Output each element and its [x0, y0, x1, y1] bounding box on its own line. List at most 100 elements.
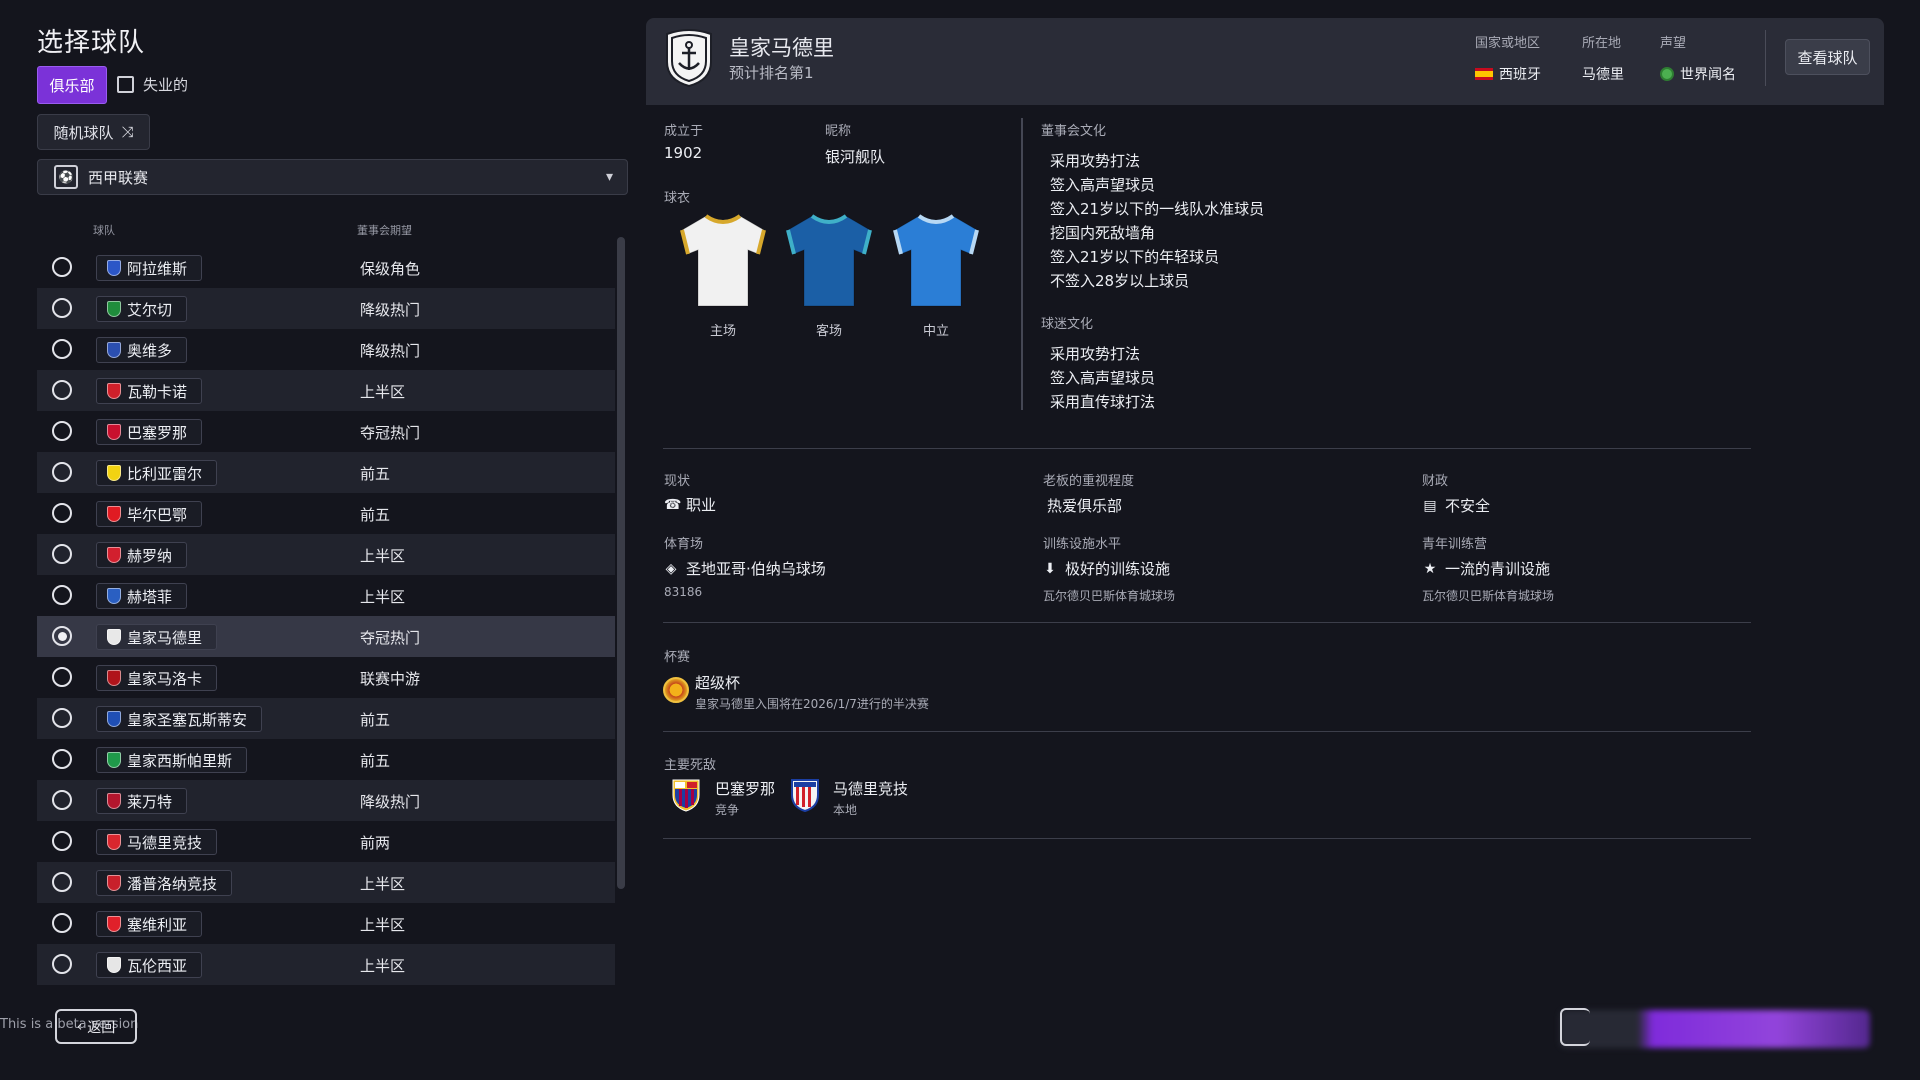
team-crest-icon: [107, 342, 121, 358]
team-radio[interactable]: [52, 913, 72, 933]
divider: [663, 731, 1751, 732]
team-name: 瓦勒卡诺: [127, 382, 188, 401]
team-crest-icon: [107, 957, 121, 973]
team-row[interactable]: 赫塔菲 上半区: [37, 575, 615, 616]
team-chip[interactable]: 皇家西斯帕里斯: [96, 747, 248, 773]
team-chip[interactable]: 奥维多: [96, 337, 188, 363]
club-name: 皇家马德里: [729, 36, 834, 60]
team-chip[interactable]: 莱万特: [96, 788, 188, 814]
team-radio[interactable]: [52, 380, 72, 400]
team-radio[interactable]: [52, 831, 72, 851]
board-expectation: 上半区: [360, 916, 406, 934]
team-row[interactable]: 奥维多 降级热门: [37, 329, 615, 370]
cup-description: 皇家马德里入围将在2026/1/7进行的半决赛: [695, 697, 929, 711]
team-row[interactable]: 皇家马洛卡 联赛中游: [37, 657, 615, 698]
team-name: 马德里竞技: [127, 833, 203, 852]
team-radio[interactable]: [52, 462, 72, 482]
chevron-left-icon: ‹: [76, 1018, 83, 1035]
unemployed-toggle[interactable]: 失业的: [117, 74, 188, 95]
team-chip[interactable]: 瓦伦西亚: [96, 952, 203, 978]
team-crest-icon: [107, 793, 121, 809]
team-chip[interactable]: 皇家马洛卡: [96, 665, 218, 691]
team-chip[interactable]: 瓦勒卡诺: [96, 378, 203, 404]
team-chip[interactable]: 赫罗纳: [96, 542, 188, 568]
rival-2-name: 马德里竞技: [833, 780, 909, 798]
youth-ground: 瓦尔德贝巴斯体育城球场: [1422, 589, 1555, 603]
team-radio[interactable]: [52, 626, 72, 646]
team-row[interactable]: 巴塞罗那 夺冠热门: [37, 411, 615, 452]
team-radio[interactable]: [52, 667, 72, 687]
team-name: 皇家圣塞瓦斯蒂安: [127, 710, 248, 729]
team-chip[interactable]: 潘普洛纳竞技: [96, 870, 233, 896]
team-row[interactable]: 瓦伦西亚 上半区: [37, 944, 615, 985]
team-chip[interactable]: 塞维利亚: [96, 911, 203, 937]
team-radio[interactable]: [52, 749, 72, 769]
team-radio[interactable]: [52, 421, 72, 441]
divider: [663, 622, 1751, 623]
team-chip[interactable]: 比利亚雷尔: [96, 460, 218, 486]
team-row[interactable]: 潘普洛纳竞技 上半区: [37, 862, 615, 903]
team-list-scrollbar[interactable]: [617, 237, 625, 889]
cup-name: 超级杯: [695, 674, 741, 692]
continue-button-edge: [1560, 1008, 1590, 1046]
team-row[interactable]: 皇家圣塞瓦斯蒂安 前五: [37, 698, 615, 739]
kit-shirt-icon: [893, 214, 979, 307]
team-name: 瓦伦西亚: [127, 956, 188, 975]
board-expectation: 前五: [360, 506, 391, 524]
team-row[interactable]: 毕尔巴鄂 前五: [37, 493, 615, 534]
league-select[interactable]: ⚽ 西甲联赛 ▾: [37, 159, 628, 195]
board-expectation: 夺冠热门: [360, 424, 421, 442]
view-team-button[interactable]: 查看球队: [1785, 39, 1870, 75]
stadium-capacity: 83186: [664, 585, 703, 599]
location-label: 所在地: [1582, 36, 1622, 51]
team-name: 巴塞罗那: [127, 423, 188, 442]
team-chip[interactable]: 皇家马德里: [96, 624, 218, 650]
team-crest-icon: [107, 875, 121, 891]
team-radio[interactable]: [52, 954, 72, 974]
team-radio[interactable]: [52, 708, 72, 728]
team-radio[interactable]: [52, 257, 72, 277]
team-chip[interactable]: 毕尔巴鄂: [96, 501, 203, 527]
super-cup-icon: [663, 677, 689, 703]
team-row[interactable]: 马德里竞技 前两: [37, 821, 615, 862]
club-tab[interactable]: 俱乐部: [37, 66, 107, 104]
stadium-label: 体育场: [664, 537, 704, 552]
unemployed-checkbox[interactable]: [117, 76, 134, 93]
team-chip[interactable]: 马德里竞技: [96, 829, 218, 855]
kits-label: 球衣: [664, 191, 691, 206]
team-chip[interactable]: 阿拉维斯: [96, 255, 203, 281]
shuffle-icon: ⤨: [121, 123, 134, 141]
status-label: 现状: [664, 474, 691, 489]
team-row[interactable]: 塞维利亚 上半区: [37, 903, 615, 944]
team-row[interactable]: 艾尔切 降级热门: [37, 288, 615, 329]
team-radio[interactable]: [52, 339, 72, 359]
document-icon: ▤: [1423, 497, 1437, 514]
team-row[interactable]: 皇家马德里 夺冠热门: [37, 616, 615, 657]
continue-button[interactable]: [1560, 1010, 1870, 1048]
team-row[interactable]: 比利亚雷尔 前五: [37, 452, 615, 493]
team-chip[interactable]: 巴塞罗那: [96, 419, 203, 445]
league-icon: ⚽: [54, 165, 78, 189]
random-team-label: 随机球队: [53, 123, 114, 142]
team-chip[interactable]: 皇家圣塞瓦斯蒂安: [96, 706, 263, 732]
random-team-button[interactable]: 随机球队 ⤨: [37, 114, 150, 150]
team-row[interactable]: 阿拉维斯 保级角色: [37, 247, 615, 288]
team-crest-icon: [107, 670, 121, 686]
team-row[interactable]: 赫罗纳 上半区: [37, 534, 615, 575]
team-radio[interactable]: [52, 585, 72, 605]
team-name: 皇家西斯帕里斯: [127, 751, 233, 770]
team-radio[interactable]: [52, 872, 72, 892]
team-chip[interactable]: 赫塔菲: [96, 583, 188, 609]
board-expectation: 降级热门: [360, 342, 421, 360]
culture-item: 不签入28岁以上球员: [1050, 272, 1190, 290]
team-row[interactable]: 莱万特 降级热门: [37, 780, 615, 821]
team-row[interactable]: 瓦勒卡诺 上半区: [37, 370, 615, 411]
back-button[interactable]: ‹ 返回: [55, 1009, 137, 1044]
team-radio[interactable]: [52, 544, 72, 564]
team-radio[interactable]: [52, 298, 72, 318]
team-row[interactable]: 皇家西斯帕里斯 前五: [37, 739, 615, 780]
team-radio[interactable]: [52, 790, 72, 810]
team-name: 艾尔切: [127, 300, 173, 319]
team-chip[interactable]: 艾尔切: [96, 296, 188, 322]
team-radio[interactable]: [52, 503, 72, 523]
